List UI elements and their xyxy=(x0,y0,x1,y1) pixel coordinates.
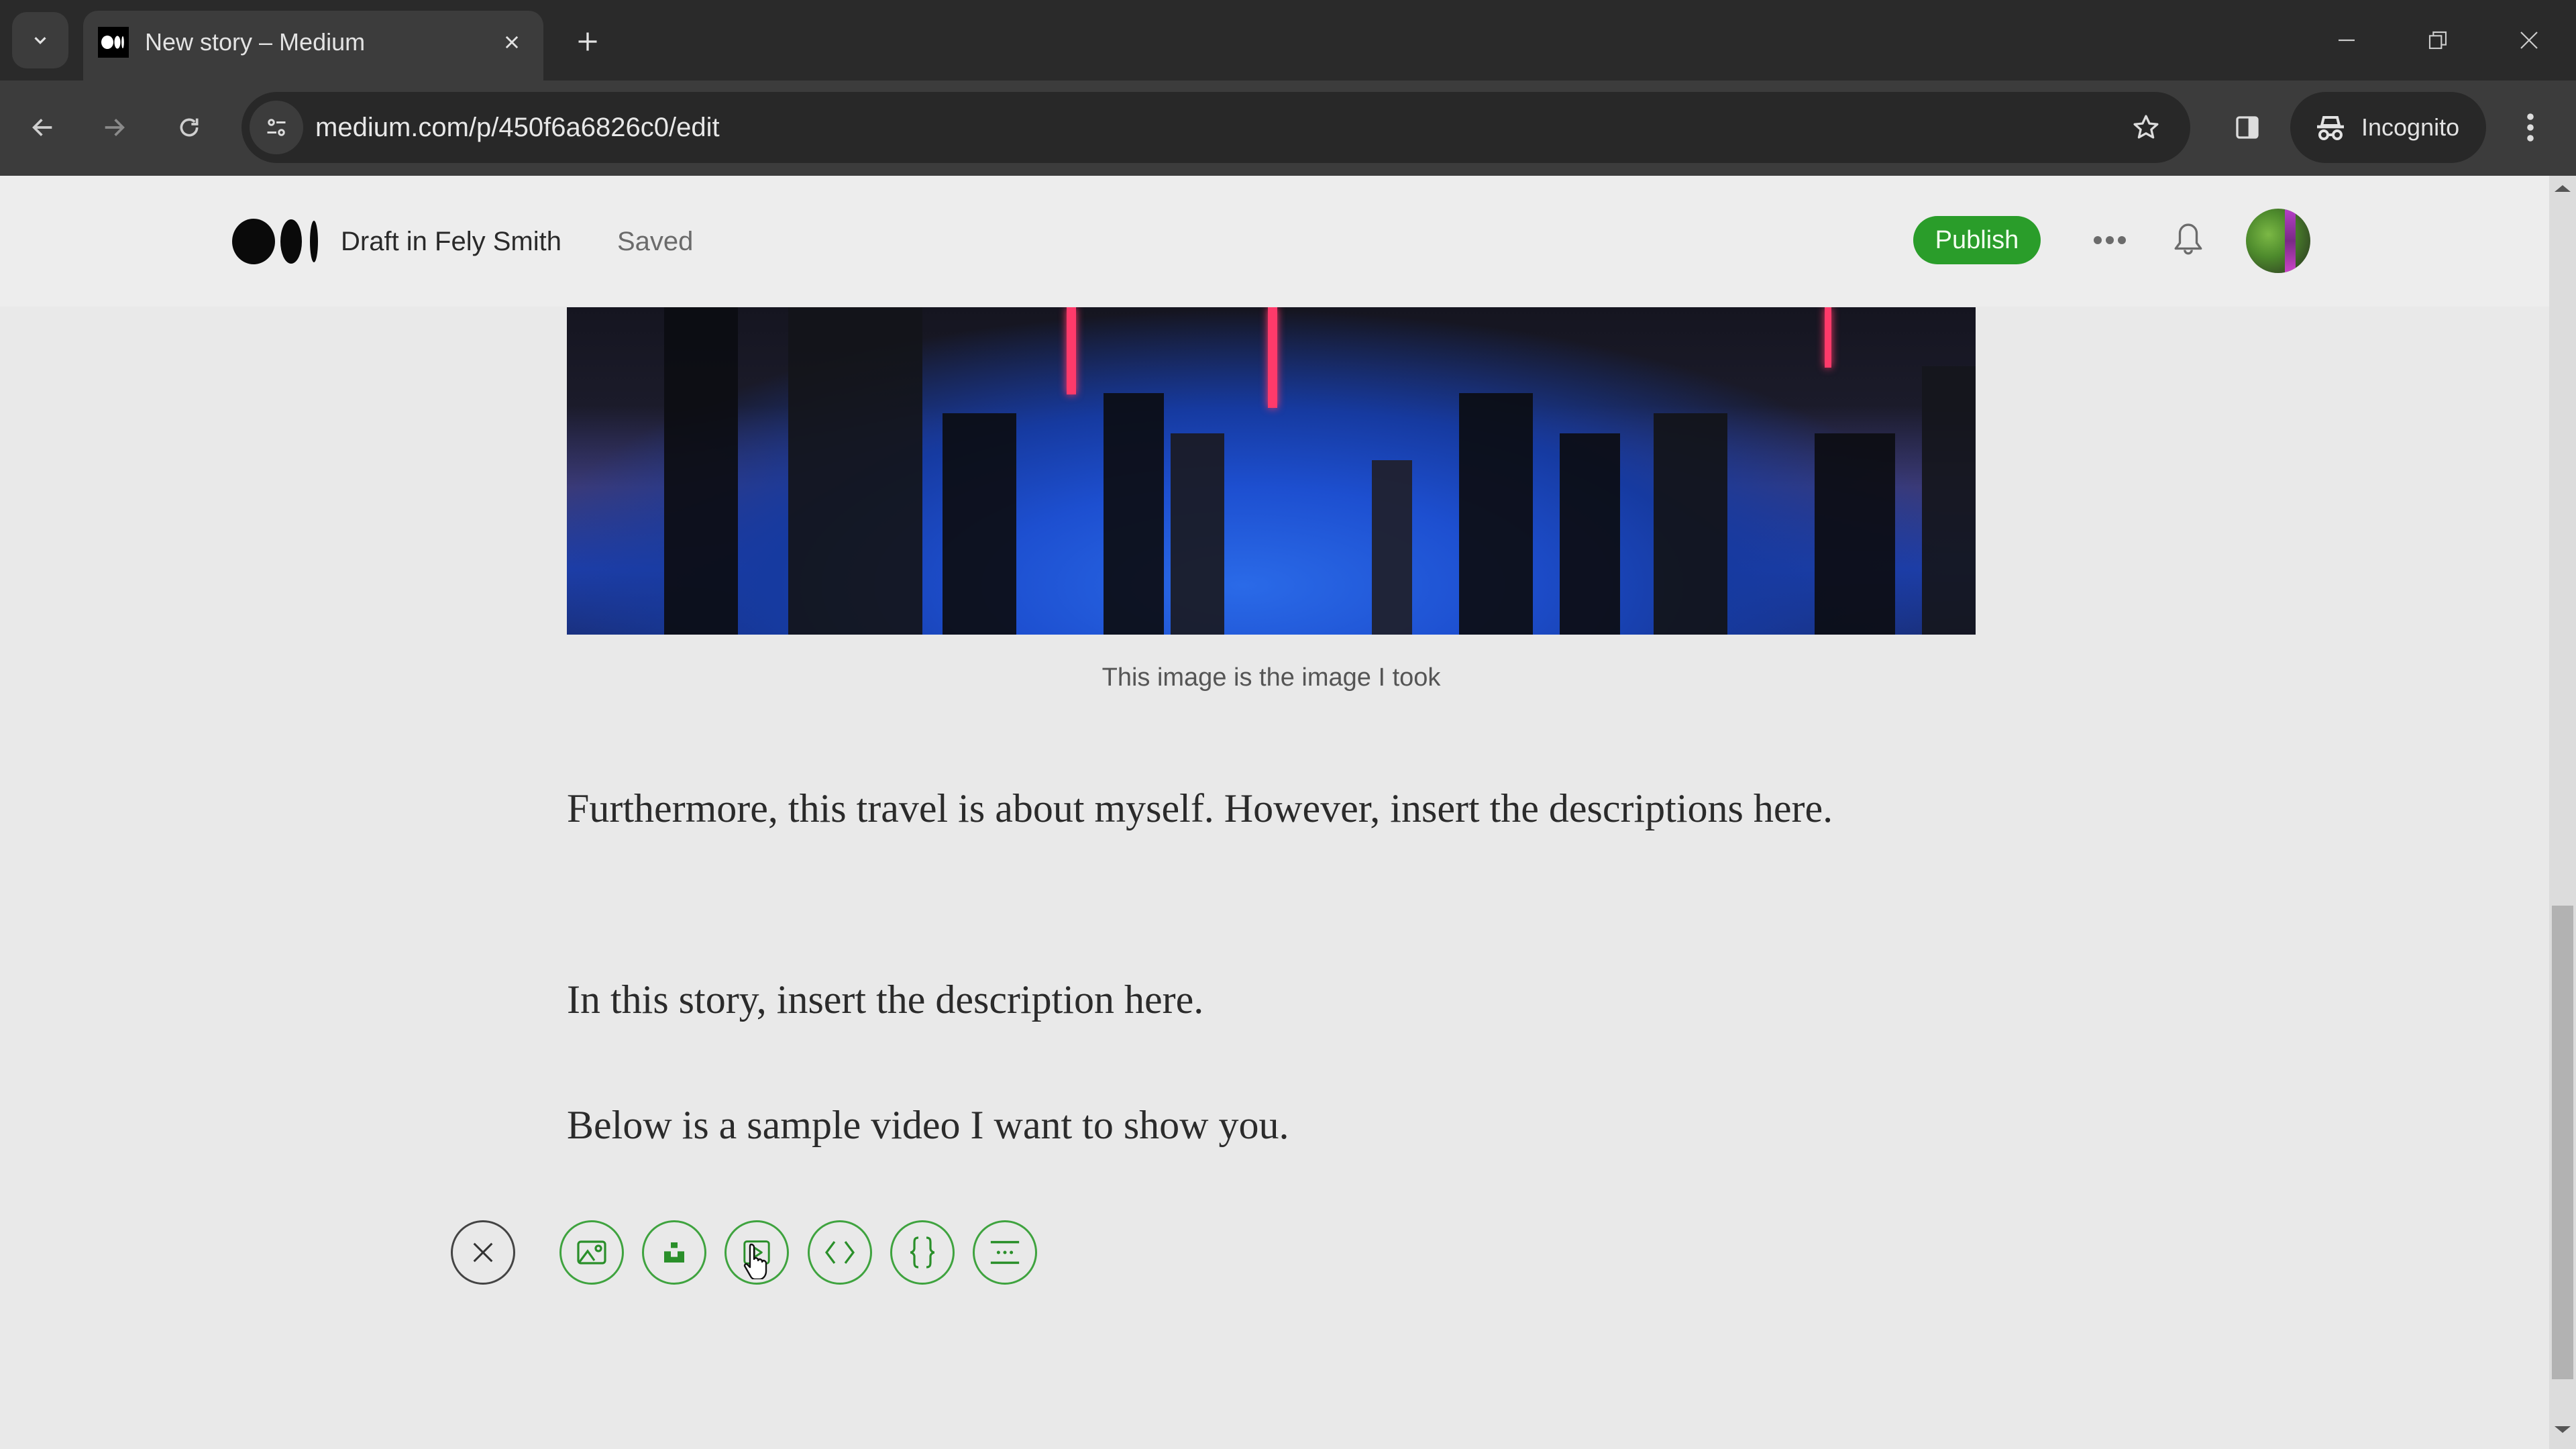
arrow-left-icon xyxy=(32,119,52,136)
add-separator-button[interactable] xyxy=(973,1220,1037,1285)
photo-figure xyxy=(1372,460,1412,635)
plus-icon xyxy=(578,32,597,51)
bookmark-button[interactable] xyxy=(2126,107,2166,148)
photo-neon-light xyxy=(1268,307,1277,408)
code-icon xyxy=(825,1241,855,1264)
add-unsplash-button[interactable] xyxy=(642,1220,706,1285)
image-caption[interactable]: This image is the image I took xyxy=(567,660,1976,695)
bell-icon xyxy=(2174,223,2202,255)
browser-tab-bar: New story – Medium xyxy=(0,0,2576,80)
add-embed-button[interactable] xyxy=(808,1220,872,1285)
photo-figure xyxy=(788,307,922,635)
medium-logo-icon xyxy=(98,27,129,58)
photo-figure xyxy=(1171,433,1224,635)
minimize-button[interactable] xyxy=(2326,20,2367,60)
photo-neon-light xyxy=(1067,307,1076,394)
close-window-button[interactable] xyxy=(2509,20,2549,60)
more-options-button[interactable] xyxy=(2086,220,2133,260)
add-image-button[interactable] xyxy=(559,1220,624,1285)
editor-header: Draft in Fely Smith Saved Publish xyxy=(0,176,2549,307)
story-paragraph[interactable]: In this story, insert the description he… xyxy=(567,966,1989,1033)
arrow-right-icon xyxy=(105,119,125,136)
avatar-image-detail xyxy=(2285,209,2296,273)
incognito-badge[interactable]: Incognito xyxy=(2290,92,2486,163)
site-info-button[interactable] xyxy=(250,101,303,154)
close-icon xyxy=(473,1242,493,1263)
image-icon xyxy=(577,1240,606,1265)
browser-toolbar: medium.com/p/450f6a6826c0/edit Incognito xyxy=(0,80,2576,176)
kebab-menu-icon xyxy=(2527,113,2534,142)
tune-icon xyxy=(267,119,286,136)
close-icon xyxy=(2520,32,2538,49)
restore-button[interactable] xyxy=(2418,20,2458,60)
page-scrollbar[interactable] xyxy=(2549,176,2576,1449)
reload-icon xyxy=(180,118,199,137)
browser-menu-button[interactable] xyxy=(2510,101,2551,154)
photo-figure xyxy=(1560,433,1620,635)
side-panel-icon xyxy=(2236,116,2259,139)
more-horizontal-icon xyxy=(2094,236,2126,244)
photo-figure xyxy=(943,413,1016,635)
unsplash-icon xyxy=(664,1242,684,1263)
medium-logo-icon[interactable] xyxy=(231,218,322,265)
photo-figure xyxy=(1104,393,1164,635)
browser-tab-active[interactable]: New story – Medium xyxy=(83,11,543,80)
photo-neon-light xyxy=(1825,307,1831,368)
tab-title: New story – Medium xyxy=(145,28,366,56)
address-bar[interactable]: medium.com/p/450f6a6826c0/edit xyxy=(241,92,2190,163)
publish-button[interactable]: Publish xyxy=(1913,216,2041,264)
star-icon xyxy=(2133,115,2159,139)
braces-icon xyxy=(910,1236,935,1269)
draft-location-label: Draft in Fely Smith xyxy=(341,227,561,256)
photo-figure xyxy=(1459,393,1533,635)
photo-figure xyxy=(1815,433,1895,635)
close-insert-menu-button[interactable] xyxy=(451,1220,515,1285)
close-tab-button[interactable] xyxy=(495,25,529,59)
scrollbar-thumb[interactable] xyxy=(2552,906,2573,1379)
story-image[interactable] xyxy=(567,307,1976,635)
save-status: Saved xyxy=(617,227,694,256)
video-icon xyxy=(743,1240,770,1265)
photo-figure xyxy=(1654,413,1727,635)
restore-icon xyxy=(2428,31,2447,50)
photo-figure xyxy=(664,307,738,635)
back-button[interactable] xyxy=(16,101,70,154)
separator-icon xyxy=(990,1240,1020,1265)
add-code-block-button[interactable] xyxy=(890,1220,955,1285)
url-text[interactable]: medium.com/p/450f6a6826c0/edit xyxy=(315,108,720,147)
side-panel-button[interactable] xyxy=(2220,101,2274,154)
scroll-up-arrow[interactable] xyxy=(2555,185,2571,192)
close-icon xyxy=(505,36,519,49)
tab-search-button[interactable] xyxy=(12,12,68,68)
minimize-icon xyxy=(2339,39,2355,42)
user-avatar[interactable] xyxy=(2246,209,2310,273)
incognito-label: Incognito xyxy=(2361,113,2460,141)
medium-editor-page: Draft in Fely Smith Saved Publish This i… xyxy=(0,176,2549,1449)
new-tab-button[interactable] xyxy=(569,23,606,60)
story-paragraph[interactable]: Below is a sample video I want to show y… xyxy=(567,1091,1989,1159)
notifications-button[interactable] xyxy=(2167,216,2210,264)
forward-button[interactable] xyxy=(87,101,141,154)
photo-figure xyxy=(1922,366,1976,635)
story-paragraph[interactable]: Furthermore, this travel is about myself… xyxy=(567,775,1989,842)
scroll-down-arrow[interactable] xyxy=(2555,1426,2571,1433)
incognito-icon xyxy=(2317,116,2344,140)
reload-button[interactable] xyxy=(162,101,216,154)
chevron-down-icon xyxy=(34,37,46,44)
add-video-button[interactable] xyxy=(724,1220,789,1285)
